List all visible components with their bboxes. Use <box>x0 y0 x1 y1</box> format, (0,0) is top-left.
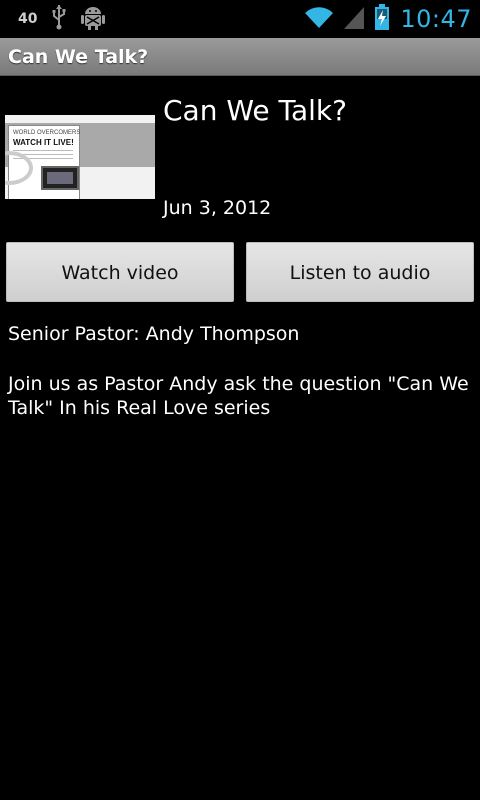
sermon-date: Jun 3, 2012 <box>163 197 272 219</box>
video-thumbnail[interactable]: WORLD OVERCOMERS WATCH IT LIVE! <box>5 115 155 199</box>
watch-video-button[interactable]: Watch video <box>6 242 234 302</box>
listen-audio-button[interactable]: Listen to audio <box>246 242 474 302</box>
sermon-title: Can We Talk? <box>163 94 348 127</box>
wifi-icon <box>304 5 334 33</box>
status-bar: 40 10:47 <box>0 0 480 38</box>
thumbnail-caption-2: WATCH IT LIVE! <box>13 138 74 147</box>
laptop-screen-image <box>41 166 79 190</box>
title-bar: Can We Talk? <box>0 38 480 76</box>
speaker-text: Senior Pastor: Andy Thompson <box>8 323 300 345</box>
status-bar-notifications: 40 <box>18 0 106 38</box>
android-debug-icon <box>81 4 106 34</box>
thumbnail-caption-1: WORLD OVERCOMERS <box>13 130 81 136</box>
signal-icon <box>344 5 365 33</box>
window-title: Can We Talk? <box>8 46 149 68</box>
description-text: Join us as Pastor Andy ask the question … <box>8 373 469 419</box>
status-bar-system: 10:47 <box>304 0 472 38</box>
notification-count: 40 <box>18 11 38 27</box>
usb-icon <box>51 4 67 34</box>
battery-charging-icon <box>374 4 390 34</box>
clock: 10:47 <box>400 5 472 33</box>
